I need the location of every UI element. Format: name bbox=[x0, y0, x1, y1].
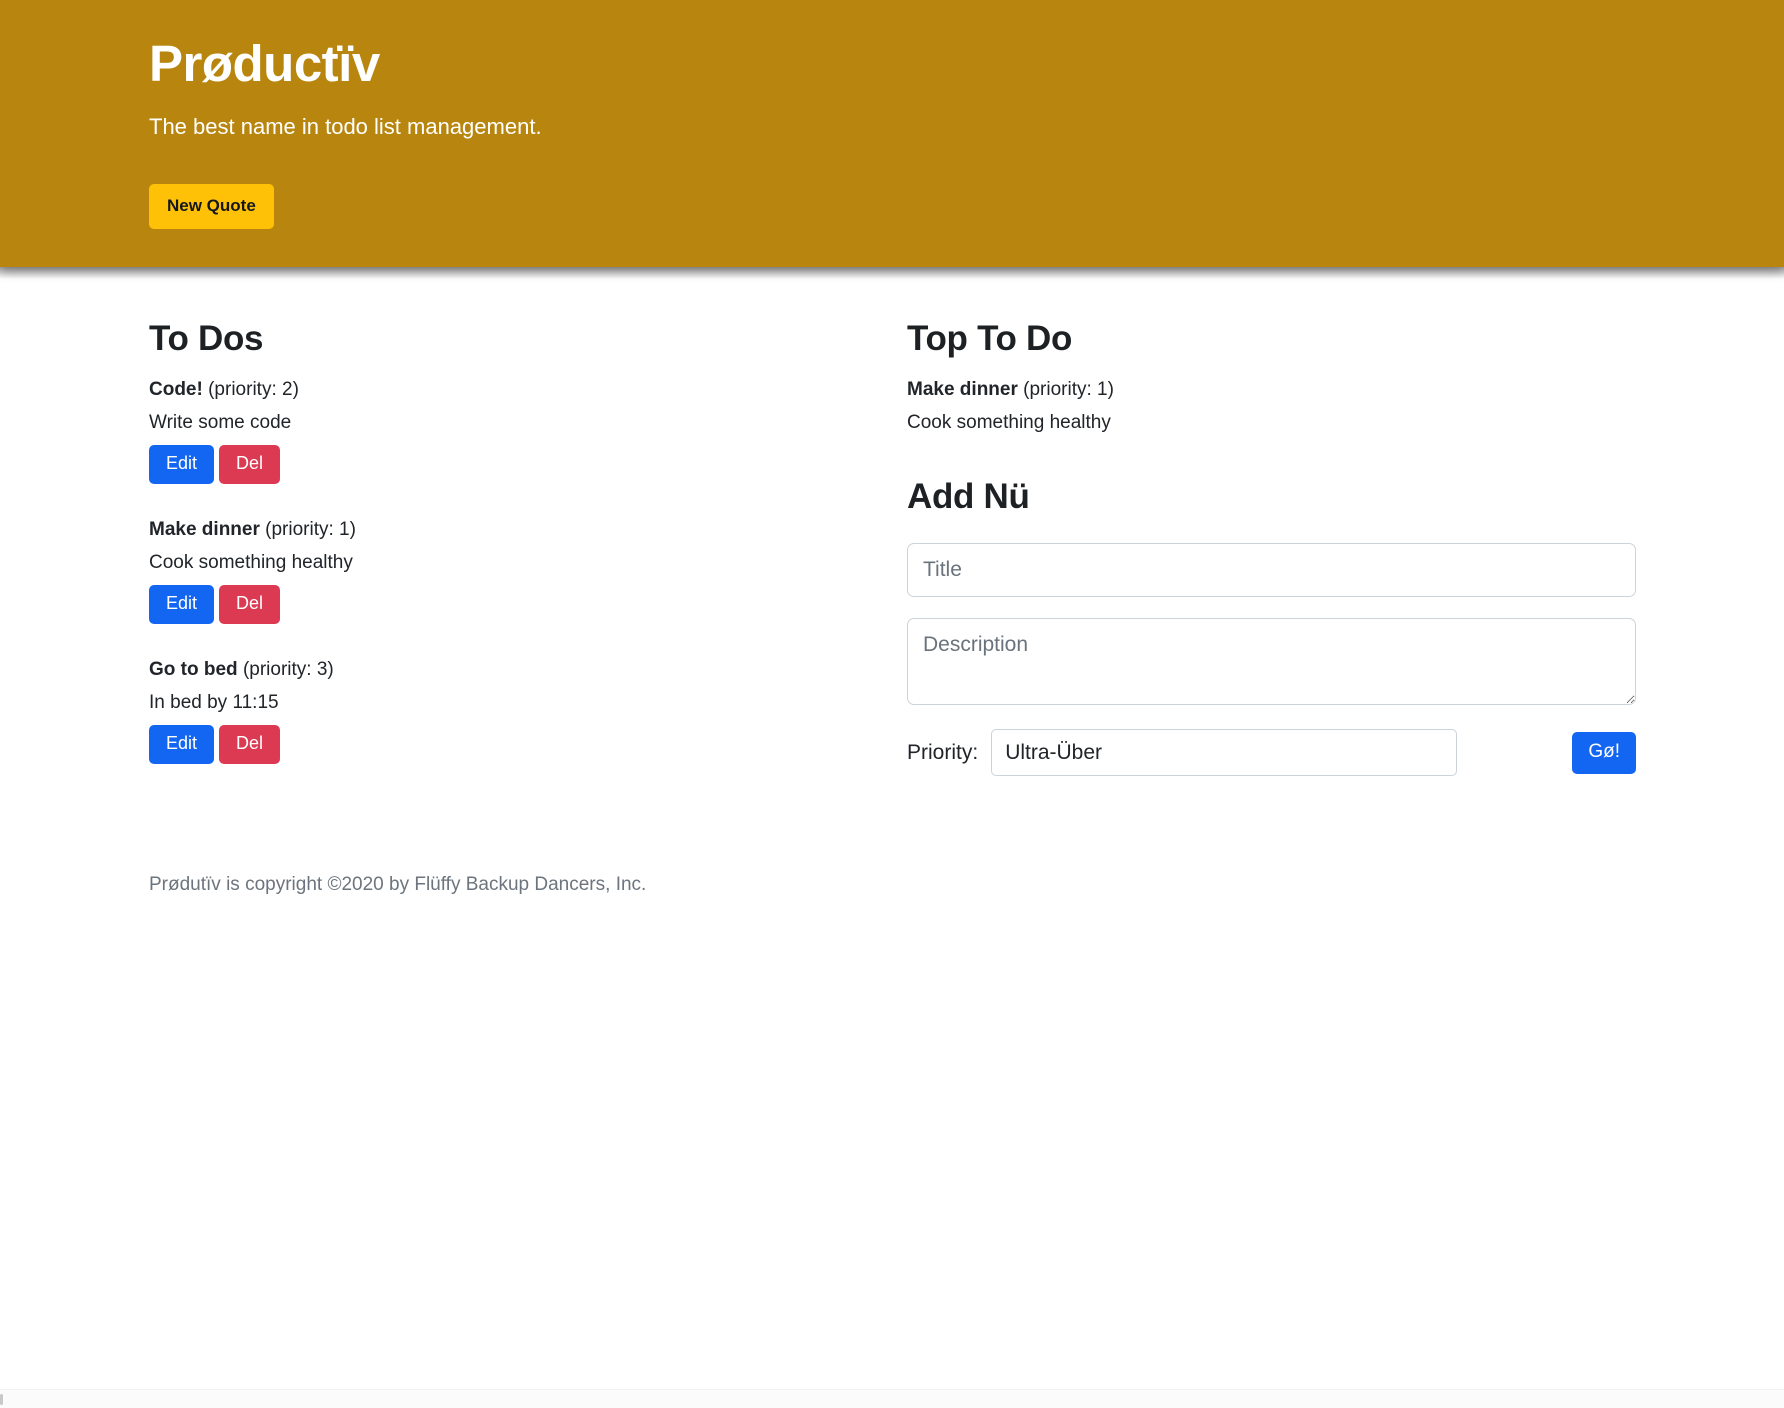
edit-button[interactable]: Edit bbox=[149, 585, 215, 624]
todo-actions: Edit Del bbox=[149, 585, 857, 624]
top-todo-priority: (priority: 1) bbox=[1023, 379, 1114, 400]
todo-actions: Edit Del bbox=[149, 445, 857, 484]
page-title: Prøductïv bbox=[149, 35, 380, 92]
header-content: Prøductïv The best name in todo list man… bbox=[0, 35, 1784, 229]
horizontal-scrollbar-thumb[interactable] bbox=[0, 1394, 3, 1405]
top-todo-title-line: Make dinner (priority: 1) bbox=[907, 378, 1635, 403]
new-quote-button[interactable]: New Quote bbox=[149, 184, 274, 229]
add-todo-form: Priority: Ultra-Über Gø! bbox=[907, 543, 1636, 777]
copyright-text: Prødutïv is copyright ©2020 by Flüffy Ba… bbox=[149, 873, 647, 895]
priority-row: Priority: Ultra-Über Gø! bbox=[907, 729, 1636, 777]
todo-title: Make dinner bbox=[149, 518, 260, 540]
top-todo-title: Make dinner bbox=[907, 379, 1018, 400]
top-todo-item: Make dinner (priority: 1) Cook something… bbox=[907, 378, 1635, 435]
todo-priority: (priority: 3) bbox=[242, 658, 334, 680]
edit-button[interactable]: Edit bbox=[149, 445, 215, 484]
todos-column: To Dos Code! (priority: 2) Write some co… bbox=[149, 299, 892, 798]
description-input[interactable] bbox=[907, 618, 1636, 706]
delete-button[interactable]: Del bbox=[219, 725, 281, 764]
todo-description: Cook something healthy bbox=[149, 551, 353, 573]
priority-label: Priority: bbox=[907, 740, 979, 764]
todo-title: Code! bbox=[149, 379, 203, 400]
todo-actions: Edit Del bbox=[149, 725, 857, 764]
page-footer: Prødutïv is copyright ©2020 by Flüffy Ba… bbox=[0, 874, 1784, 896]
sidebar-column: Top To Do Make dinner (priority: 1) Cook… bbox=[892, 299, 1636, 777]
edit-button[interactable]: Edit bbox=[149, 725, 215, 764]
delete-button[interactable]: Del bbox=[219, 445, 281, 484]
todo-description: Write some code bbox=[149, 411, 292, 433]
todo-priority: (priority: 2) bbox=[208, 379, 299, 400]
todo-title-line: Code! (priority: 2) bbox=[149, 378, 857, 403]
todo-title-line: Go to bed (priority: 3) bbox=[149, 658, 857, 683]
delete-button[interactable]: Del bbox=[219, 585, 281, 624]
app-tagline: The best name in todo list management. bbox=[149, 114, 542, 140]
app-header-jumbotron: Prøductïv The best name in todo list man… bbox=[0, 0, 1784, 267]
todo-title: Go to bed bbox=[149, 658, 238, 680]
todo-title-line: Make dinner (priority: 1) bbox=[149, 518, 857, 543]
top-todo-description: Cook something healthy bbox=[907, 411, 1111, 433]
add-form-heading: Add Nü bbox=[907, 477, 1030, 517]
todo-item: Make dinner (priority: 1) Cook something… bbox=[149, 518, 857, 624]
todos-heading: To Dos bbox=[149, 319, 264, 358]
priority-select[interactable]: Ultra-Über bbox=[991, 729, 1458, 777]
todo-priority: (priority: 1) bbox=[265, 518, 356, 540]
todo-item: Code! (priority: 2) Write some code Edit… bbox=[149, 378, 857, 484]
submit-button[interactable]: Gø! bbox=[1572, 731, 1636, 774]
header-shadow-divider bbox=[0, 267, 1784, 279]
todo-description: In bed by 11:15 bbox=[149, 691, 279, 713]
title-input[interactable] bbox=[907, 543, 1636, 598]
todo-item: Go to bed (priority: 3) In bed by 11:15 … bbox=[149, 658, 857, 764]
main-content: To Dos Code! (priority: 2) Write some co… bbox=[0, 299, 1784, 798]
top-todo-heading: Top To Do bbox=[907, 319, 1073, 358]
horizontal-scrollbar[interactable] bbox=[0, 1389, 1784, 1408]
